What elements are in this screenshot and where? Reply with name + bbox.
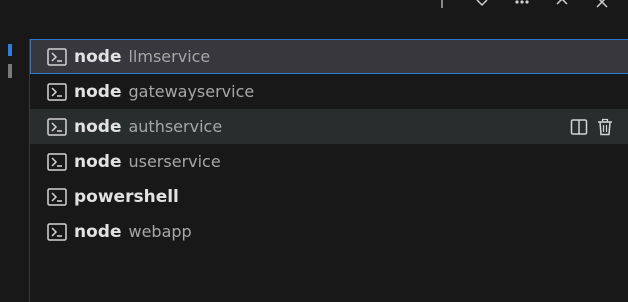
chevron-down-icon[interactable] (474, 0, 490, 10)
terminal-name: node (74, 81, 122, 102)
terminal-icon (47, 187, 67, 206)
terminal-icon (47, 117, 67, 136)
terminal-tab-authservice[interactable]: node authservice (30, 109, 628, 144)
terminal-name: node (74, 116, 122, 137)
terminal-icon (47, 47, 67, 66)
row-actions (570, 109, 614, 144)
terminal-name: powershell (74, 186, 179, 207)
terminal-panel: node llmservice node gatewayservice node… (0, 0, 628, 302)
terminal-description: gatewayservice (128, 82, 255, 101)
terminal-description: webapp (128, 222, 192, 241)
toolbar-divider-icon (434, 0, 450, 10)
terminal-icon (47, 152, 67, 171)
terminal-description: userservice (128, 152, 221, 171)
active-indicator (8, 44, 12, 56)
side-scroll-indicators (0, 40, 14, 302)
terminal-tab-powershell[interactable]: powershell (30, 179, 628, 214)
scrollbar-thumb[interactable] (8, 64, 12, 78)
terminal-description: authservice (128, 117, 223, 136)
terminal-name: node (74, 46, 122, 67)
panel-toolbar (0, 0, 628, 16)
terminal-icon (47, 82, 67, 101)
terminal-tab-llmservice[interactable]: node llmservice (30, 39, 628, 74)
terminal-tabs-list: node llmservice node gatewayservice node… (29, 39, 628, 302)
terminal-tab-userservice[interactable]: node userservice (30, 144, 628, 179)
split-terminal-icon[interactable] (570, 118, 588, 136)
trash-icon[interactable] (596, 118, 614, 136)
terminal-name: node (74, 151, 122, 172)
maximize-icon[interactable] (554, 0, 570, 10)
close-icon[interactable] (594, 0, 610, 10)
terminal-tab-gatewayservice[interactable]: node gatewayservice (30, 74, 628, 109)
terminal-icon (47, 222, 67, 241)
terminal-description: llmservice (128, 47, 211, 66)
terminal-tab-webapp[interactable]: node webapp (30, 214, 628, 249)
terminal-name: node (74, 221, 122, 242)
more-icon[interactable] (514, 0, 530, 10)
